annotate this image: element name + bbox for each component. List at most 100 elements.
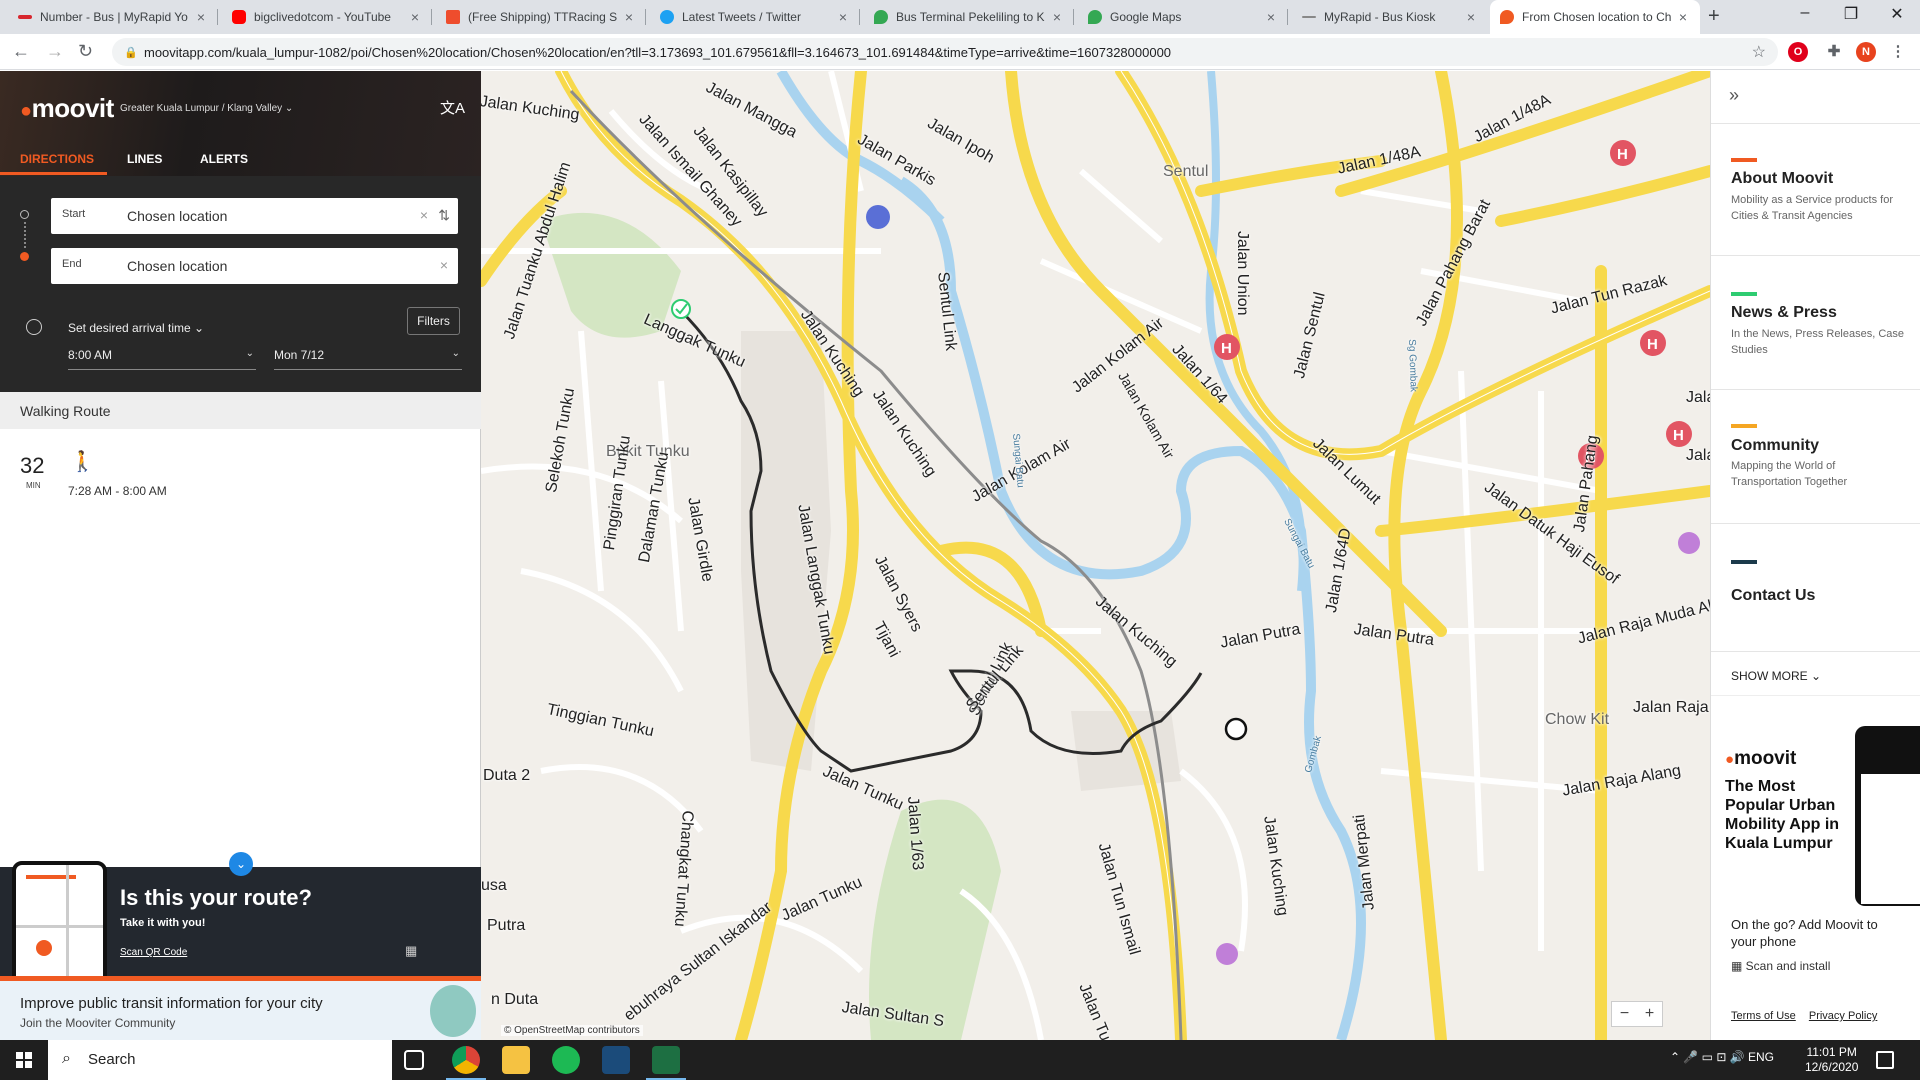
reload-button[interactable]: ↻ bbox=[78, 41, 93, 62]
legal-links: Terms of Use Privacy Policy bbox=[1731, 1010, 1887, 1022]
svg-text:H: H bbox=[1673, 427, 1684, 444]
start-dot-icon bbox=[20, 210, 29, 219]
shopee-favicon bbox=[446, 10, 460, 24]
section-accent bbox=[1731, 158, 1757, 162]
opera-extension-icon[interactable]: O bbox=[1788, 42, 1808, 62]
translate-icon[interactable]: 文A bbox=[440, 97, 465, 118]
community-banner[interactable]: Improve public transit information for y… bbox=[0, 981, 481, 1040]
browser-tab[interactable]: Latest Tweets / Twitter × bbox=[650, 0, 860, 34]
close-tab-icon[interactable]: × bbox=[192, 9, 210, 25]
zoom-in-button[interactable]: + bbox=[1637, 1002, 1662, 1026]
filters-button[interactable]: Filters bbox=[407, 307, 460, 335]
hospital-icon: H bbox=[1610, 140, 1636, 166]
date-dropdown[interactable]: Mon 7/12 ⌄ bbox=[274, 348, 462, 370]
url-text[interactable]: moovitapp.com/kuala_lumpur-1082/poi/Chos… bbox=[144, 45, 1171, 60]
ad-headline: The Most Popular Urban Mobility App in K… bbox=[1725, 778, 1840, 852]
restore-button[interactable]: ❐ bbox=[1828, 4, 1874, 24]
app-ad[interactable]: ●moovit The Most Popular Urban Mobility … bbox=[1711, 695, 1920, 906]
route-duration[interactable]: 32 bbox=[20, 453, 44, 479]
spotify-icon[interactable] bbox=[552, 1046, 580, 1074]
windows-start-icon[interactable] bbox=[16, 1052, 32, 1068]
notifications-icon[interactable] bbox=[1876, 1051, 1894, 1069]
clear-start-icon[interactable]: × bbox=[420, 207, 428, 223]
system-tray[interactable]: ⌃ 🎤 ▭ ⊡ 🔊 ENG bbox=[1670, 1050, 1774, 1064]
terms-link[interactable]: Terms of Use bbox=[1731, 1010, 1796, 1022]
time-dropdown[interactable]: 8:00 AM ⌄ bbox=[68, 348, 256, 370]
collapse-sidebar-icon[interactable]: » bbox=[1729, 85, 1739, 106]
browser-tab[interactable]: MyRapid - Bus Kiosk × bbox=[1292, 0, 1488, 34]
sidebar-item-news[interactable]: News & Press In the News, Press Releases… bbox=[1711, 255, 1920, 389]
close-tab-icon[interactable]: × bbox=[406, 9, 424, 25]
app-store-icons[interactable]: ▦ bbox=[405, 943, 417, 959]
close-window-button[interactable]: ✕ bbox=[1874, 4, 1920, 24]
close-tab-icon[interactable]: × bbox=[1462, 9, 1480, 25]
new-tab-button[interactable]: + bbox=[1708, 5, 1720, 28]
taskbar-search[interactable]: ⌕ Search bbox=[48, 1040, 392, 1080]
browser-tab-active[interactable]: From Chosen location to Ch × bbox=[1490, 0, 1700, 34]
clear-end-icon[interactable]: × bbox=[440, 257, 448, 273]
sidebar-item-contact[interactable]: Contact Us bbox=[1711, 523, 1920, 651]
pin-icon: ● bbox=[20, 100, 32, 122]
chrome-icon[interactable] bbox=[446, 1046, 486, 1080]
browser-tab[interactable]: Number - Bus | MyRapid Yo × bbox=[8, 0, 218, 34]
map-canvas[interactable]: H H H H H bbox=[481, 71, 1710, 1040]
address-bar[interactable]: 🔒 moovitapp.com/kuala_lumpur-1082/poi/Ch… bbox=[112, 38, 1778, 66]
close-tab-icon[interactable]: × bbox=[1048, 9, 1066, 25]
chevron-down-icon: ⌄ bbox=[245, 348, 254, 359]
show-more-button[interactable]: SHOW MORE ⌄ bbox=[1731, 669, 1821, 683]
park-area bbox=[869, 799, 1001, 1040]
browser-tab[interactable]: Google Maps × bbox=[1078, 0, 1288, 34]
task-view-icon[interactable] bbox=[404, 1050, 424, 1070]
moovit-logo[interactable]: ●moovit bbox=[20, 93, 114, 124]
section-accent bbox=[1731, 560, 1757, 564]
sidebar-item-community[interactable]: Community Mapping the World of Transport… bbox=[1711, 389, 1920, 523]
browser-tab[interactable]: bigclivedotcom - YouTube × bbox=[222, 0, 432, 34]
end-marker-icon bbox=[1224, 717, 1248, 741]
swap-icon[interactable]: ⇅ bbox=[438, 207, 450, 224]
chevron-down-icon: ⌄ bbox=[451, 348, 460, 359]
promo-subtitle: Take it with you! bbox=[120, 917, 206, 929]
taskbar-clock[interactable]: 11:01 PM 12/6/2020 bbox=[1805, 1045, 1858, 1075]
collapse-promo-button[interactable]: ⌄ bbox=[229, 852, 253, 876]
route-connector bbox=[24, 222, 26, 248]
scan-qr-link[interactable]: Scan QR Code bbox=[120, 947, 187, 958]
close-tab-icon[interactable]: × bbox=[834, 9, 852, 25]
moovit-header: ●moovit Greater Kuala Lumpur / Klang Val… bbox=[0, 71, 481, 176]
map-attribution[interactable]: © OpenStreetMap contributors bbox=[501, 1025, 643, 1036]
browser-tab[interactable]: (Free Shipping) TTRacing S × bbox=[436, 0, 646, 34]
close-tab-icon[interactable]: × bbox=[620, 9, 638, 25]
tab-lines[interactable]: LINES bbox=[127, 152, 162, 166]
minimize-button[interactable]: – bbox=[1782, 4, 1828, 22]
app-icon[interactable] bbox=[602, 1046, 630, 1074]
active-tab-indicator bbox=[0, 172, 107, 175]
lock-icon: 🔒 bbox=[124, 46, 138, 59]
area-label: Chow Kit bbox=[1545, 711, 1610, 728]
profile-avatar[interactable]: N bbox=[1856, 42, 1876, 62]
sidebar-item-about[interactable]: About Moovit Mobility as a Service produ… bbox=[1711, 123, 1920, 255]
tab-alerts[interactable]: ALERTS bbox=[200, 152, 248, 166]
browser-menu-icon[interactable]: ⋮ bbox=[1888, 42, 1908, 62]
excel-icon[interactable] bbox=[646, 1046, 686, 1080]
start-location-field[interactable]: Start Chosen location × ⇅ bbox=[51, 198, 458, 234]
bookmark-star-icon[interactable]: ☆ bbox=[1752, 42, 1766, 62]
tab-directions[interactable]: DIRECTIONS bbox=[20, 152, 94, 166]
zoom-out-button[interactable]: − bbox=[1612, 1002, 1637, 1026]
browser-tab[interactable]: Bus Terminal Pekeliling to K × bbox=[864, 0, 1074, 34]
end-location-field[interactable]: End Chosen location × bbox=[51, 248, 458, 284]
route-time-range[interactable]: 7:28 AM - 8:00 AM bbox=[68, 484, 167, 498]
arrival-time-selector[interactable]: Set desired arrival time ⌄ bbox=[68, 321, 204, 335]
close-tab-icon[interactable]: × bbox=[1262, 9, 1280, 25]
file-explorer-icon[interactable] bbox=[502, 1046, 530, 1074]
region-selector[interactable]: Greater Kuala Lumpur / Klang Valley ⌄ bbox=[120, 103, 293, 114]
privacy-link[interactable]: Privacy Policy bbox=[1809, 1010, 1877, 1022]
pin-icon: ● bbox=[1725, 751, 1735, 768]
map-view[interactable]: H H H H H Jalan Kuching Jalan Mangga Jal… bbox=[481, 71, 1710, 1040]
back-button[interactable]: ← bbox=[12, 41, 30, 62]
phone-illustration bbox=[1855, 726, 1920, 906]
forward-button[interactable]: → bbox=[46, 41, 64, 62]
river-label: Sg Gombak bbox=[1406, 339, 1419, 393]
scan-install-link[interactable]: ▦ Scan and install bbox=[1731, 959, 1830, 973]
close-tab-icon[interactable]: × bbox=[1674, 9, 1692, 25]
zoom-control: − + bbox=[1611, 1001, 1663, 1027]
extensions-puzzle-icon[interactable]: ✚ bbox=[1824, 42, 1844, 62]
